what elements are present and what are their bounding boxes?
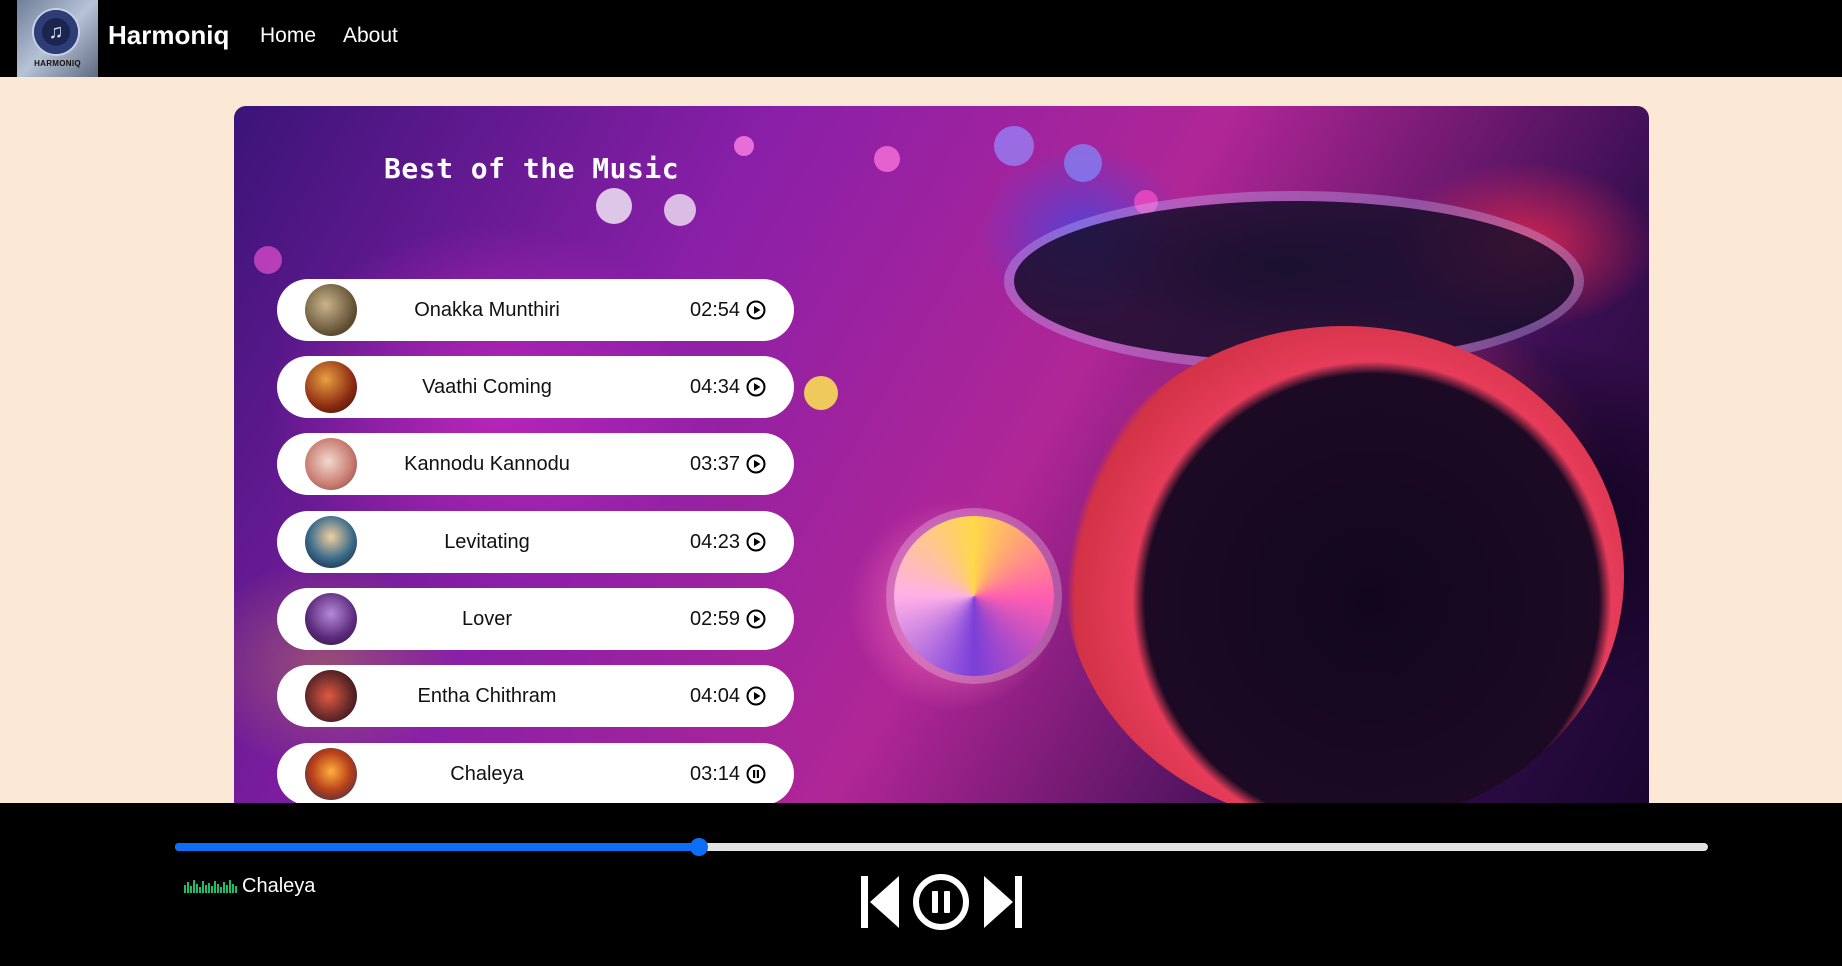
progress-slider[interactable] <box>175 838 1708 856</box>
nav-link-home[interactable]: Home <box>260 24 316 48</box>
album-art <box>305 284 357 336</box>
play-circle-icon[interactable] <box>746 686 766 706</box>
song-title: Vaathi Coming <box>422 376 552 398</box>
album-art <box>305 438 357 490</box>
bokeh-light <box>1064 144 1102 182</box>
song-item[interactable]: Vaathi Coming 04:34 <box>277 356 794 418</box>
album-art <box>305 593 357 645</box>
music-disc-icon <box>34 10 78 54</box>
bokeh-light <box>254 246 282 274</box>
bokeh-light <box>664 194 696 226</box>
bokeh-light <box>734 136 754 156</box>
song-item[interactable]: Kannodu Kannodu 03:37 <box>277 433 794 495</box>
song-title: Chaleya <box>450 763 524 785</box>
bokeh-light <box>994 126 1034 166</box>
play-circle-icon[interactable] <box>746 532 766 552</box>
album-art <box>305 670 357 722</box>
play-circle-icon[interactable] <box>746 300 766 320</box>
album-art <box>305 748 357 800</box>
now-playing-title: Chaleya <box>242 875 316 897</box>
previous-icon[interactable] <box>861 874 901 930</box>
pause-circle-icon[interactable] <box>746 764 766 784</box>
song-title: Onakka Munthiri <box>414 299 560 321</box>
bokeh-light <box>596 188 632 224</box>
song-title: Levitating <box>444 531 530 553</box>
bokeh-light <box>874 146 900 172</box>
equalizer-icon <box>184 880 237 893</box>
song-duration: 02:59 <box>690 608 741 630</box>
headphone-earcup <box>1064 326 1624 806</box>
hero-title: Best of the Music <box>384 152 680 185</box>
brand-name[interactable]: Harmoniq <box>108 20 229 51</box>
song-item[interactable]: Levitating 04:23 <box>277 511 794 573</box>
song-item[interactable]: Onakka Munthiri 02:54 <box>277 279 794 341</box>
album-art <box>305 361 357 413</box>
song-title: Entha Chithram <box>417 685 557 707</box>
progress-fill <box>175 843 700 851</box>
logo-text: HARMONIQ <box>34 59 81 68</box>
song-duration: 04:34 <box>690 376 741 398</box>
play-circle-icon[interactable] <box>746 609 766 629</box>
next-icon[interactable] <box>982 874 1022 930</box>
song-item[interactable]: Chaleya 03:14 <box>277 743 794 805</box>
navbar: HARMONIQ Harmoniq Home About <box>0 0 1842 77</box>
song-duration: 04:23 <box>690 531 741 553</box>
harmoniq-logo[interactable]: HARMONIQ <box>17 0 98 77</box>
headphone-hinge <box>894 516 1054 676</box>
bokeh-light <box>804 376 838 410</box>
song-item[interactable]: Lover 02:59 <box>277 588 794 650</box>
album-art <box>305 516 357 568</box>
song-title: Kannodu Kannodu <box>404 453 570 475</box>
play-circle-icon[interactable] <box>746 454 766 474</box>
hero-banner: Best of the Music Onakka Munthiri 02:54 … <box>234 106 1649 806</box>
play-circle-icon[interactable] <box>746 377 766 397</box>
song-duration: 03:37 <box>690 453 741 475</box>
nav-link-about[interactable]: About <box>343 24 398 48</box>
song-duration: 04:04 <box>690 685 741 707</box>
song-duration: 02:54 <box>690 299 741 321</box>
song-title: Lover <box>461 608 513 630</box>
progress-handle[interactable] <box>690 838 709 856</box>
pause-circle-icon[interactable] <box>912 873 970 931</box>
bokeh-light <box>1134 190 1158 214</box>
song-duration: 03:14 <box>690 763 741 785</box>
player-bar: Chaleya <box>0 803 1842 966</box>
song-item[interactable]: Entha Chithram 04:04 <box>277 665 794 727</box>
